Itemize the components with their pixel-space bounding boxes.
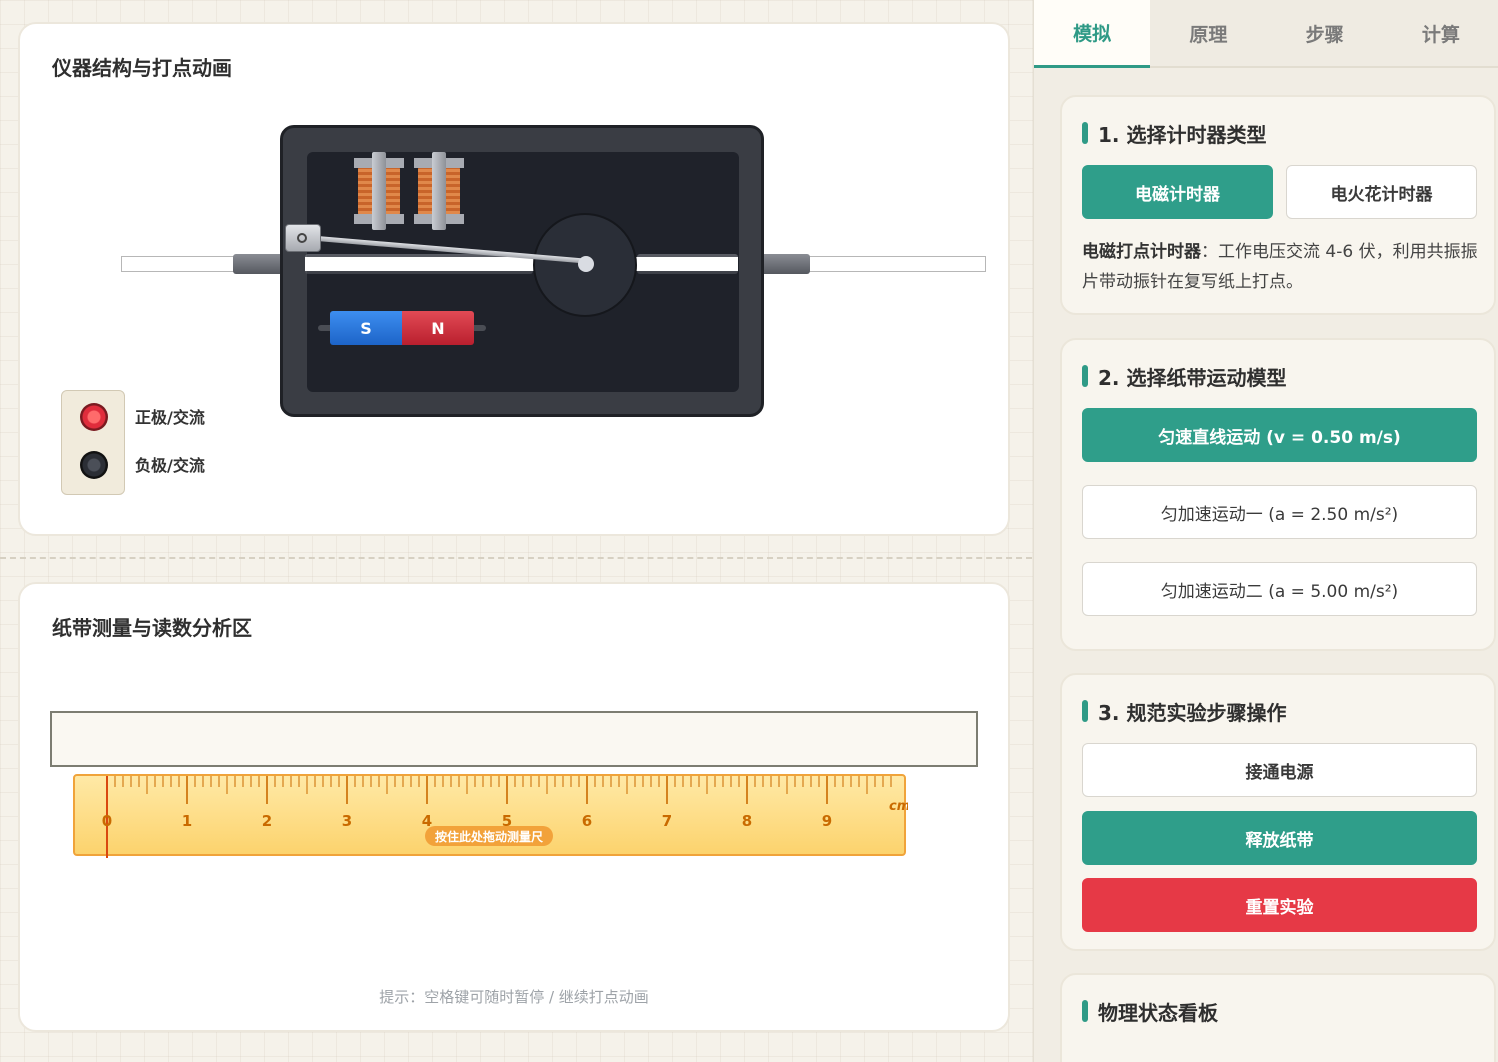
tab-steps[interactable]: 步骤 xyxy=(1266,0,1383,68)
positive-terminal-icon[interactable] xyxy=(80,403,108,431)
steps-title: 3. 规范实验步骤操作 xyxy=(1082,697,1286,726)
paper-tape xyxy=(50,711,978,767)
coil-right xyxy=(414,152,464,230)
tape-through-instrument xyxy=(305,257,738,271)
keyboard-hint: 提示：空格键可随时暂停 / 继续打点动画 xyxy=(379,988,649,1006)
ruler-tick-label: 6 xyxy=(582,812,592,830)
uniform-motion-button[interactable]: 匀速直线运动 (v = 0.50 m/s) xyxy=(1082,408,1477,462)
timer-description-label: 电磁打点计时器 xyxy=(1082,242,1201,262)
ruler-tick-label: 1 xyxy=(182,812,192,830)
accel-one-button[interactable]: 匀加速运动一 (a = 2.50 m/s²) xyxy=(1082,485,1477,539)
vibration-needle xyxy=(578,256,594,272)
ruler-unit-label: cm xyxy=(889,799,908,814)
tab-bar: 模拟 原理 步骤 计算 xyxy=(1034,0,1498,68)
ruler-tick-label: 8 xyxy=(742,812,752,830)
ruler-tick-label: 3 xyxy=(342,812,352,830)
accel-two-button[interactable]: 匀加速运动二 (a = 5.00 m/s²) xyxy=(1082,562,1477,616)
status-panel: 物理状态看板 xyxy=(1060,973,1496,1062)
reset-button[interactable]: 重置实验 xyxy=(1082,878,1477,932)
positive-terminal-label: 正极/交流 xyxy=(135,408,205,427)
measurement-card-title: 纸带测量与读数分析区 xyxy=(52,616,252,640)
tab-simulate[interactable]: 模拟 xyxy=(1034,0,1151,68)
timer-description: 电磁打点计时器：工作电压交流 4-6 伏，利用共振振片带动振针在复写纸上打点。 xyxy=(1082,237,1482,297)
tab-calculate[interactable]: 计算 xyxy=(1382,0,1498,68)
connect-power-button[interactable]: 接通电源 xyxy=(1082,743,1477,797)
clamp-screw-icon xyxy=(297,233,307,243)
spark-timer-button[interactable]: 电火花计时器 xyxy=(1286,165,1477,219)
ruler-tick-label: 7 xyxy=(662,812,672,830)
section-divider xyxy=(0,557,1032,559)
negative-terminal-label: 负极/交流 xyxy=(135,456,205,475)
ruler-drag-handle[interactable]: 按住此处拖动测量尺 xyxy=(425,826,553,846)
status-title: 物理状态看板 xyxy=(1082,997,1218,1026)
power-terminals xyxy=(61,390,125,495)
control-panel: 模拟 原理 步骤 计算 1. 选择计时器类型 电磁计时器 电火花计时器 电磁打点… xyxy=(1033,0,1498,1062)
ruler-tick-label: 2 xyxy=(262,812,272,830)
magnet-south: S xyxy=(330,311,402,345)
motion-model-title: 2. 选择纸带运动模型 xyxy=(1082,362,1286,391)
steps-panel: 3. 规范实验步骤操作 接通电源 释放纸带 重置实验 xyxy=(1060,673,1496,951)
motion-model-panel: 2. 选择纸带运动模型 匀速直线运动 (v = 0.50 m/s) 匀加速运动一… xyxy=(1060,338,1496,651)
timer-type-panel: 1. 选择计时器类型 电磁计时器 电火花计时器 电磁打点计时器：工作电压交流 4… xyxy=(1060,95,1496,315)
ruler-tick-label: 0 xyxy=(102,812,112,830)
tab-principle[interactable]: 原理 xyxy=(1150,0,1267,68)
timer-type-title: 1. 选择计时器类型 xyxy=(1082,119,1266,148)
negative-terminal-icon[interactable] xyxy=(80,451,108,479)
release-tape-button[interactable]: 释放纸带 xyxy=(1082,811,1477,865)
instrument-card-title: 仪器结构与打点动画 xyxy=(52,56,232,80)
coil-left xyxy=(354,152,404,230)
em-timer-button[interactable]: 电磁计时器 xyxy=(1082,165,1273,219)
ruler-tick-label: 9 xyxy=(822,812,832,830)
magnet-north: N xyxy=(402,311,474,345)
